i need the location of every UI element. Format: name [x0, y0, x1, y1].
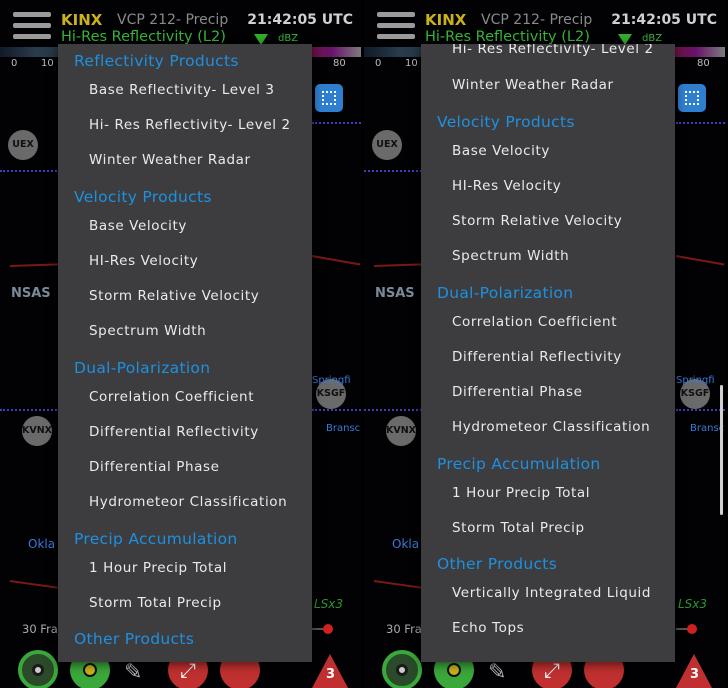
product-menu[interactable]: Reflectivity Products Base Reflectivity-… [58, 44, 312, 662]
menu-item-differential-phase[interactable]: Differential Phase [452, 384, 583, 400]
menu-item-storm-total-precip[interactable]: Storm Total Precip [89, 595, 222, 611]
menu-item-winter-weather[interactable]: Winter Weather Radar [89, 152, 251, 168]
radar-site-marker[interactable]: UEX [8, 130, 38, 160]
menu-item-hires-velocity[interactable]: HI-Res Velocity [89, 253, 198, 269]
unit-label: dBZ [642, 33, 663, 44]
state-border [0, 409, 60, 411]
city-label: Okla [28, 537, 56, 551]
frame-count: 30 Fra [386, 622, 422, 636]
menu-item-storm-relative-velocity[interactable]: Storm Relative Velocity [452, 213, 622, 229]
scrollbar[interactable] [720, 385, 723, 515]
menu-item-hydrometeor-classification[interactable]: Hydrometeor Classification [89, 494, 287, 510]
city-label: Springfi [676, 375, 715, 386]
utc-clock: 21:42:05 UTC [247, 12, 353, 28]
radar-site-marker[interactable]: UEX [372, 130, 402, 160]
loop-speed-label: LSx3 [314, 597, 344, 611]
fullscreen-button[interactable] [678, 84, 706, 112]
menu-item-winter-weather[interactable]: Winter Weather Radar [452, 77, 614, 93]
menu-item-1hr-precip[interactable]: 1 Hour Precip Total [452, 485, 590, 501]
product-selector[interactable]: Hi-Res Reflectivity (L2) [425, 29, 590, 45]
county-line [675, 255, 725, 266]
state-border [676, 409, 725, 411]
menu-item-vil[interactable]: Vertically Integrated Liquid [452, 585, 651, 601]
category-dual-pol: Dual-Polarization [74, 359, 211, 377]
state-border [0, 170, 60, 172]
state-border [312, 122, 361, 124]
county-line [9, 263, 59, 267]
vcp-label: VCP 212- Precip [481, 12, 593, 28]
category-reflectivity: Reflectivity Products [74, 52, 239, 70]
menu-item-correlation-coefficient[interactable]: Correlation Coefficient [452, 314, 617, 330]
county-line [373, 580, 422, 589]
category-velocity: Velocity Products [74, 188, 212, 206]
county-line [373, 263, 423, 267]
product-selector[interactable]: Hi-Res Reflectivity (L2) [61, 29, 226, 45]
scale-mid-label: 10 [41, 58, 54, 69]
fullscreen-button[interactable] [315, 84, 343, 112]
menu-icon[interactable] [377, 12, 415, 42]
station-id[interactable]: KINX [425, 11, 466, 29]
category-velocity: Velocity Products [437, 113, 575, 131]
vcp-label: VCP 212- Precip [117, 12, 229, 28]
menu-item-base-velocity[interactable]: Base Velocity [89, 218, 187, 234]
scale-min-label: 0 [375, 58, 382, 69]
alert-count: 3 [690, 667, 700, 682]
product-menu[interactable]: Hi- Res Reflectivity- Level 2 Winter Wea… [421, 44, 675, 662]
menu-item-echo-tops[interactable]: Echo Tops [452, 620, 524, 636]
utc-clock: 21:42:05 UTC [611, 12, 717, 28]
menu-icon[interactable] [13, 12, 51, 42]
menu-item-hydrometeor-classification[interactable]: Hydrometeor Classification [452, 419, 650, 435]
menu-item-spectrum-width[interactable]: Spectrum Width [452, 248, 569, 264]
category-precip: Precip Accumulation [437, 455, 601, 473]
frame-count: 30 Fra [22, 622, 58, 636]
loop-slider-thumb[interactable] [323, 624, 333, 634]
scale-mid-label: 10 [405, 58, 418, 69]
pencil-icon[interactable]: ✎ [124, 660, 142, 685]
radar-site-marker[interactable]: KVNX [386, 416, 416, 446]
state-border [364, 409, 422, 411]
menu-item-differential-phase[interactable]: Differential Phase [89, 459, 220, 475]
alert-count: 3 [326, 667, 336, 682]
category-dual-pol: Dual-Polarization [437, 284, 574, 302]
menu-item-differential-reflectivity[interactable]: Differential Reflectivity [89, 424, 259, 440]
radar-screen-left: KINX VCP 212- Precip 21:42:05 UTC Hi-Res… [0, 0, 361, 688]
scale-max-label: 80 [697, 58, 710, 69]
state-border [676, 122, 725, 124]
menu-item-hires-reflectivity[interactable]: Hi- Res Reflectivity- Level 2 [89, 117, 291, 133]
state-border [364, 170, 422, 172]
category-precip: Precip Accumulation [74, 530, 238, 548]
state-label: NSAS [11, 286, 51, 301]
locate-button[interactable] [18, 650, 58, 688]
menu-item-storm-total-precip[interactable]: Storm Total Precip [452, 520, 585, 536]
scale-min-label: 0 [11, 58, 18, 69]
pencil-icon[interactable]: ✎ [488, 660, 506, 685]
menu-item-hires-velocity[interactable]: HI-Res Velocity [452, 178, 561, 194]
menu-item-spectrum-width[interactable]: Spectrum Width [89, 323, 206, 339]
category-other: Other Products [437, 555, 558, 573]
loop-slider-thumb[interactable] [687, 624, 697, 634]
menu-item-correlation-coefficient[interactable]: Correlation Coefficient [89, 389, 254, 405]
menu-item-hires-reflectivity[interactable]: Hi- Res Reflectivity- Level 2 [452, 44, 654, 57]
city-label: Bransc [326, 423, 361, 434]
state-border [312, 409, 361, 411]
menu-item-base-velocity[interactable]: Base Velocity [452, 143, 550, 159]
unit-label: dBZ [278, 33, 299, 44]
city-label: Springfi [312, 375, 351, 386]
county-line [311, 255, 361, 266]
city-label: Okla [392, 537, 420, 551]
menu-item-base-reflectivity[interactable]: Base Reflectivity- Level 3 [89, 82, 275, 98]
county-line [9, 580, 58, 589]
station-id[interactable]: KINX [61, 11, 102, 29]
state-label: NSAS [375, 286, 415, 301]
menu-item-differential-reflectivity[interactable]: Differential Reflectivity [452, 349, 622, 365]
loop-speed-label: LSx3 [678, 597, 708, 611]
category-other: Other Products [74, 630, 195, 648]
scale-max-label: 80 [333, 58, 346, 69]
menu-item-storm-relative-velocity[interactable]: Storm Relative Velocity [89, 288, 259, 304]
radar-site-marker[interactable]: KVNX [22, 416, 52, 446]
menu-item-1hr-precip[interactable]: 1 Hour Precip Total [89, 560, 227, 576]
radar-screen-right: KINX VCP 212- Precip 21:42:05 UTC Hi-Res… [364, 0, 725, 688]
locate-button[interactable] [382, 650, 422, 688]
